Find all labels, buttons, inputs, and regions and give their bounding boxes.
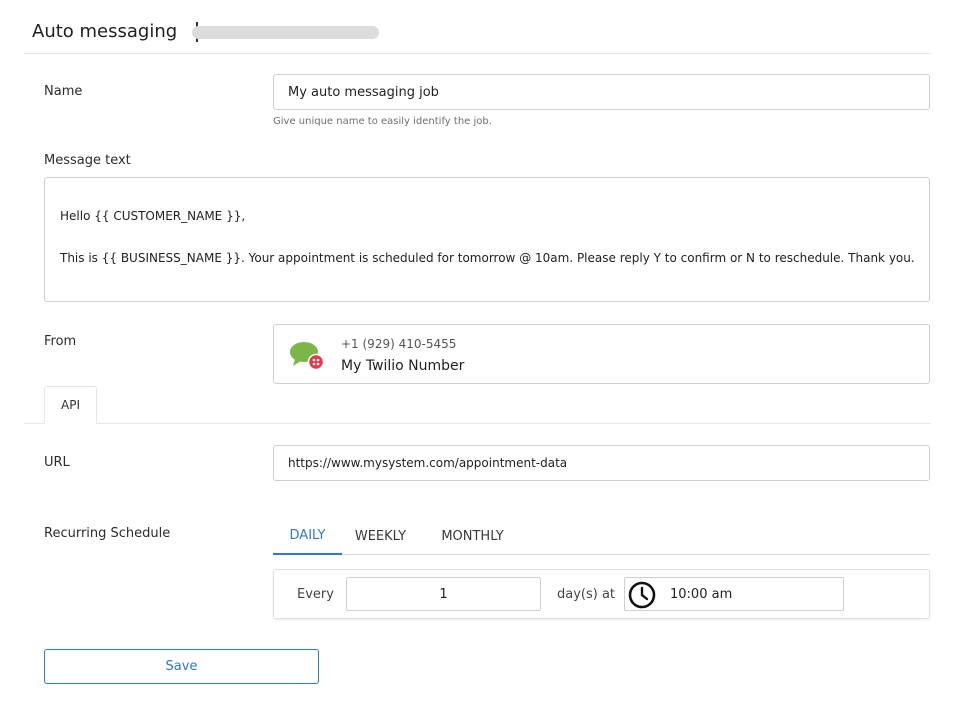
- message-textarea[interactable]: Hello {{ CUSTOMER_NAME }}, This is {{ BU…: [44, 177, 930, 302]
- interval-value: 1: [439, 586, 448, 602]
- name-label: Name: [44, 84, 83, 99]
- from-phone-number: +1 (929) 410-5455: [341, 337, 457, 351]
- tab-weekly[interactable]: WEEKLY: [342, 517, 419, 555]
- tab-monthly-label: MONTHLY: [441, 528, 504, 544]
- from-label: From: [44, 334, 77, 349]
- message-line: This is {{ BUSINESS_NAME }}. Your appoin…: [60, 251, 915, 265]
- schedule-label: Recurring Schedule: [44, 526, 171, 541]
- tab-weekly-label: WEEKLY: [354, 528, 407, 544]
- time-value: 10:00 am: [670, 587, 733, 602]
- schedule-tabs: DAILY WEEKLY MONTHLY: [273, 517, 930, 555]
- tab-api[interactable]: API: [44, 386, 97, 424]
- tab-daily[interactable]: DAILY: [273, 517, 342, 555]
- daily-schedule-panel: Every 1 day(s) at 10:00 am: [273, 569, 930, 619]
- name-input-value: My auto messaging job: [288, 84, 439, 100]
- time-picker[interactable]: 10:00 am: [624, 577, 844, 611]
- url-input[interactable]: https://www.mysystem.com/appointment-dat…: [273, 445, 930, 481]
- url-label: URL: [44, 455, 70, 470]
- from-number-name: My Twilio Number: [341, 358, 465, 374]
- url-input-value: https://www.mysystem.com/appointment-dat…: [288, 456, 568, 470]
- redacted-placeholder-bar: [192, 26, 379, 39]
- save-button[interactable]: Save: [44, 649, 319, 684]
- message-label: Message text: [44, 153, 131, 168]
- page-title: Auto messaging: [32, 21, 178, 42]
- clock-icon: [628, 581, 656, 609]
- page-header: Auto messaging: [24, 0, 931, 54]
- twilio-sms-icon: [290, 342, 325, 370]
- interval-input[interactable]: 1: [346, 577, 541, 611]
- tab-api-label: API: [61, 398, 80, 412]
- name-hint: Give unique name to easily identify the …: [273, 116, 492, 127]
- message-line: Hello {{ CUSTOMER_NAME }},: [60, 209, 246, 223]
- unit-label: day(s) at: [557, 587, 616, 602]
- api-tabbar-divider: [24, 423, 931, 424]
- save-button-label: Save: [165, 659, 198, 674]
- name-input[interactable]: My auto messaging job: [273, 74, 930, 110]
- tab-monthly[interactable]: MONTHLY: [426, 517, 519, 555]
- every-label: Every: [297, 587, 334, 602]
- tab-daily-label: DAILY: [289, 527, 326, 543]
- from-number-selector[interactable]: +1 (929) 410-5455 My Twilio Number: [273, 324, 930, 384]
